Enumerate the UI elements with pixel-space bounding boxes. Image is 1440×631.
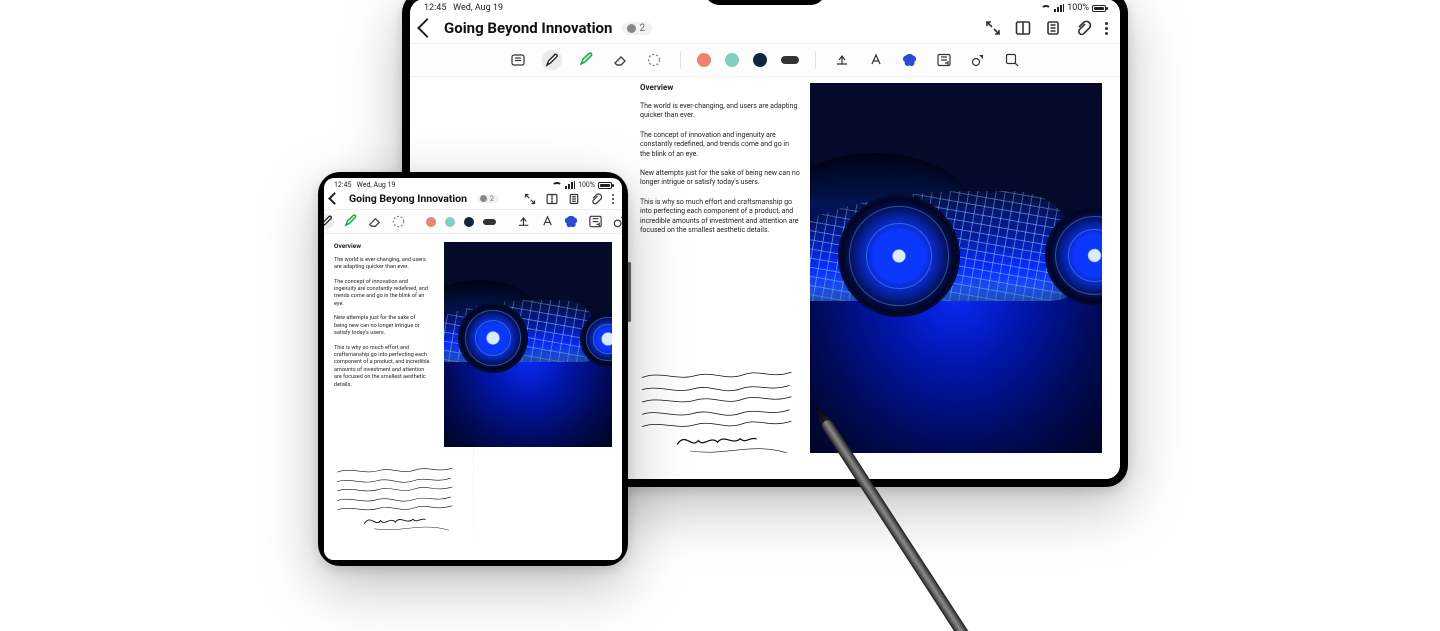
battery-percent: 100%	[578, 181, 595, 189]
text-block-tool[interactable]	[508, 50, 528, 70]
lasso-select-tool[interactable]	[644, 50, 664, 70]
person-icon	[480, 195, 487, 202]
align-tool[interactable]	[832, 50, 852, 70]
toolbar-separator	[815, 51, 816, 69]
status-time: 12:45	[334, 181, 351, 189]
handwritten-annotation	[334, 464, 469, 549]
battery-percent: 100%	[1067, 3, 1089, 13]
signal-icon	[565, 181, 575, 189]
status-date: Wed, Aug 19	[453, 3, 503, 13]
toolbar-separator	[680, 51, 681, 69]
signal-icon	[1054, 4, 1064, 12]
document-text-column: Overview The world is ever-changing, and…	[640, 83, 810, 453]
color-swatch-1[interactable]	[697, 53, 711, 67]
fold-hinge	[473, 180, 474, 558]
shapes-tool[interactable]	[968, 50, 988, 70]
document-title[interactable]: Going Beyong Innovation	[349, 192, 467, 205]
fold-device-frame: 12:45 Wed, Aug 19 100% Going Beyong Inno…	[318, 172, 628, 566]
editor-toolbar	[410, 43, 1120, 77]
pen-tool[interactable]	[542, 50, 562, 70]
more-options-icon[interactable]	[1105, 22, 1108, 35]
ai-assist-tool[interactable]	[564, 214, 579, 229]
text-options-tool[interactable]	[588, 214, 603, 229]
overview-p3: New attempts just for the sake of being …	[640, 169, 800, 188]
wifi-icon	[552, 182, 562, 190]
battery-icon	[1092, 5, 1106, 12]
align-tool[interactable]	[516, 214, 531, 229]
collab-count: 2	[490, 195, 494, 203]
overview-p3: New attempts just for the sake of being …	[334, 315, 430, 337]
overview-p4: This is why so much effort and craftsman…	[640, 198, 800, 236]
more-options-icon[interactable]	[612, 194, 614, 204]
car-wireframe-image	[810, 83, 1102, 453]
collaborators-badge[interactable]: 2	[622, 22, 652, 35]
text-style-tool[interactable]	[540, 214, 555, 229]
overview-p1: The world is ever-changing, and users ar…	[334, 257, 430, 272]
text-options-tool[interactable]	[934, 50, 954, 70]
document-text-column: Overview The world is ever-changing, and…	[334, 242, 444, 447]
person-icon	[627, 24, 636, 33]
highlighter-tool[interactable]	[576, 50, 596, 70]
title-bar: Going Beyond Innovation 2	[410, 15, 1120, 43]
color-swatch-2[interactable]	[445, 217, 455, 227]
status-date: Wed, Aug 19	[357, 181, 396, 189]
battery-icon	[598, 182, 612, 189]
attach-icon[interactable]	[1075, 20, 1091, 36]
page-manager-icon[interactable]	[1045, 20, 1061, 36]
wifi-icon	[1041, 5, 1051, 13]
color-swatch-3[interactable]	[753, 53, 767, 67]
overview-heading: Overview	[334, 242, 444, 251]
reading-mode-icon[interactable]	[546, 193, 558, 205]
text-style-tool[interactable]	[866, 50, 886, 70]
eraser-tool[interactable]	[367, 214, 382, 229]
overview-p4: This is why so much effort and craftsman…	[334, 345, 430, 390]
reading-mode-icon[interactable]	[1015, 20, 1031, 36]
object-edit-tool[interactable]	[1002, 50, 1022, 70]
back-button[interactable]	[417, 18, 437, 38]
color-swatch-2[interactable]	[725, 53, 739, 67]
tablet-camera-notch	[705, 0, 825, 5]
overview-p1: The world is ever-changing, and users ar…	[640, 102, 800, 121]
collab-count: 2	[639, 23, 645, 34]
expand-icon[interactable]	[524, 193, 536, 205]
overview-p2: The concept of innovation and ingenuity …	[334, 279, 430, 309]
back-button[interactable]	[328, 192, 341, 205]
highlighter-tool[interactable]	[343, 214, 358, 229]
document-title[interactable]: Going Beyond Innovation	[444, 19, 612, 37]
overview-p2: The concept of innovation and ingenuity …	[640, 131, 800, 159]
shapes-tool[interactable]	[612, 214, 622, 229]
fold-side-button	[628, 262, 631, 322]
color-swatch-1[interactable]	[426, 217, 436, 227]
attach-icon[interactable]	[590, 193, 602, 205]
status-time: 12:45	[424, 3, 446, 13]
expand-icon[interactable]	[985, 20, 1001, 36]
pen-tool[interactable]	[324, 214, 334, 229]
car-wireframe-image	[444, 242, 612, 447]
brush-size-indicator[interactable]	[483, 219, 496, 225]
overview-heading: Overview	[640, 83, 802, 94]
eraser-tool[interactable]	[610, 50, 630, 70]
page-manager-icon[interactable]	[568, 193, 580, 205]
lasso-select-tool[interactable]	[391, 214, 406, 229]
brush-size-indicator[interactable]	[781, 56, 799, 64]
ai-assist-tool[interactable]	[900, 50, 920, 70]
collaborators-badge[interactable]: 2	[477, 195, 499, 203]
